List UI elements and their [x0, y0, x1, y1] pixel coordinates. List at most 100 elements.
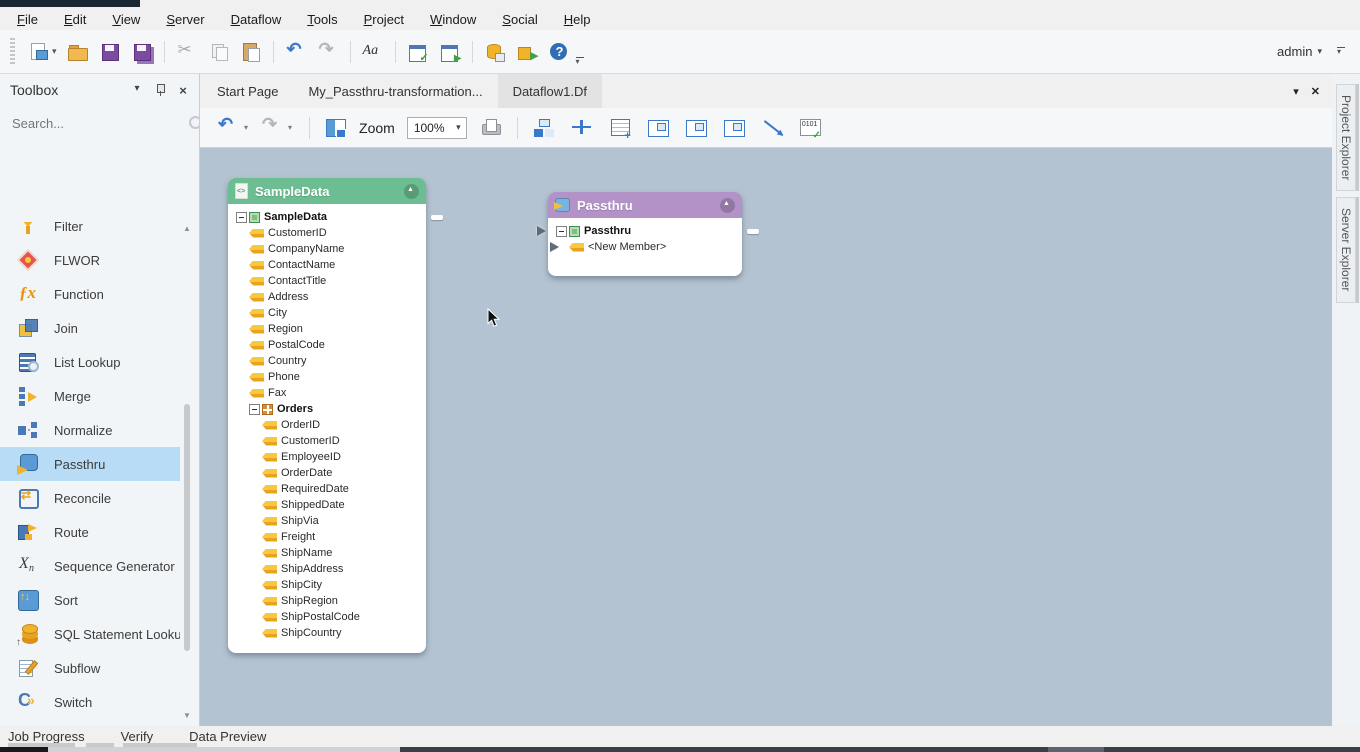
node-passthru-header[interactable]: Passthru: [548, 192, 742, 218]
tree-row[interactable]: ShipName: [234, 545, 420, 561]
document-tab[interactable]: Dataflow1.Df: [498, 74, 602, 108]
menu-item[interactable]: Dataflow: [218, 10, 295, 29]
tree-row[interactable]: SampleData: [234, 209, 420, 225]
menu-item[interactable]: Help: [551, 10, 604, 29]
toolbox-item[interactable]: List Lookup: [0, 345, 180, 379]
tree-row[interactable]: RequiredDate: [234, 481, 420, 497]
zoom-select[interactable]: 100% ▾: [407, 117, 467, 139]
tree-expander[interactable]: [249, 404, 260, 415]
tree-row[interactable]: OrderDate: [234, 465, 420, 481]
input-port[interactable]: [537, 226, 546, 236]
toolbox-item[interactable]: Normalize: [0, 413, 180, 447]
status-bar-tab[interactable]: Job Progress: [8, 729, 97, 744]
pin-icon[interactable]: [152, 83, 168, 97]
layout-preview-icon[interactable]: [324, 117, 348, 139]
side-panel-tab[interactable]: Server Explorer: [1336, 197, 1356, 302]
tree-row[interactable]: ContactName: [234, 257, 420, 273]
tree-expander[interactable]: [236, 212, 247, 223]
redo-button[interactable]: ▾: [254, 115, 298, 141]
tree-row[interactable]: Passthru: [554, 223, 736, 239]
toolbar-button[interactable]: [24, 38, 61, 66]
collapse-button[interactable]: [720, 198, 735, 213]
toolbar-button[interactable]: [63, 38, 93, 66]
collapse-button[interactable]: [404, 184, 419, 199]
menu-item[interactable]: Tools: [294, 10, 350, 29]
tree-row[interactable]: ShipAddress: [234, 561, 420, 577]
menu-item[interactable]: Window: [417, 10, 489, 29]
tree-row[interactable]: Address: [234, 289, 420, 305]
print-icon[interactable]: [479, 117, 503, 139]
menu-item[interactable]: View: [99, 10, 153, 29]
output-port[interactable]: [431, 215, 443, 220]
toolbox-item[interactable]: Sequence Generator: [0, 549, 180, 583]
redo-dropdown-arrow[interactable]: ▾: [288, 123, 292, 132]
node-sampledata-header[interactable]: SampleData: [228, 178, 426, 204]
document-tab[interactable]: My_Passthru-transformation...: [293, 74, 497, 108]
menu-item[interactable]: Server: [153, 10, 217, 29]
tree-row[interactable]: Freight: [234, 529, 420, 545]
toolbar-button[interactable]: [281, 38, 311, 66]
toolbox-item[interactable]: Function: [0, 277, 180, 311]
scroll-down-arrow[interactable]: ▼: [182, 711, 192, 720]
toolbar-button[interactable]: [480, 38, 510, 66]
undo-dropdown-arrow[interactable]: ▾: [244, 123, 248, 132]
toolbar-button[interactable]: [236, 38, 266, 66]
side-panel-tab[interactable]: Project Explorer: [1336, 84, 1356, 191]
tree-row[interactable]: Country: [234, 353, 420, 369]
toolbox-item[interactable]: Merge: [0, 379, 180, 413]
tree-row[interactable]: Phone: [234, 369, 420, 385]
toolbox-item[interactable]: Subflow: [0, 651, 180, 685]
toolbar-button[interactable]: [127, 38, 157, 66]
tree-row[interactable]: CustomerID: [234, 433, 420, 449]
document-tab[interactable]: Start Page: [202, 74, 293, 108]
status-bar-tab[interactable]: Verify: [115, 729, 166, 744]
toolbar-button[interactable]: [204, 38, 234, 66]
toolbox-scrollbar[interactable]: ▲ ▼: [182, 224, 192, 720]
tree-row[interactable]: City: [234, 305, 420, 321]
status-bar-tab[interactable]: Data Preview: [183, 729, 278, 744]
toolbar-button[interactable]: [358, 38, 388, 66]
toolbox-item[interactable]: Filter: [0, 222, 180, 243]
toolbox-item[interactable]: Sort: [0, 583, 180, 617]
toolbar-overflow-button[interactable]: [575, 55, 587, 69]
toolbar-button[interactable]: [313, 38, 343, 66]
dataflow-toolbar-icon[interactable]: [722, 117, 746, 139]
tree-row[interactable]: ShipCountry: [234, 625, 420, 641]
toolbox-item[interactable]: Tree Join: [0, 719, 180, 722]
tree-row[interactable]: ShipRegion: [234, 593, 420, 609]
dataflow-toolbar-icon[interactable]: [798, 117, 822, 139]
dataflow-toolbar-icon[interactable]: [684, 117, 708, 139]
dataflow-toolbar-icon[interactable]: [532, 117, 556, 139]
chevron-down-icon[interactable]: ▾: [129, 83, 145, 97]
output-port[interactable]: [747, 229, 759, 234]
tree-row[interactable]: ContactTitle: [234, 273, 420, 289]
dataflow-toolbar-icon[interactable]: [760, 117, 784, 139]
toolbox-item[interactable]: Join: [0, 311, 180, 345]
menu-item[interactable]: Social: [489, 10, 550, 29]
toolbar-button[interactable]: [544, 38, 574, 66]
tree-row[interactable]: CustomerID: [234, 225, 420, 241]
toolbar-button[interactable]: [95, 38, 125, 66]
toolbox-item[interactable]: Passthru: [0, 447, 180, 481]
tree-row[interactable]: ShippedDate: [234, 497, 420, 513]
tree-row[interactable]: Fax: [234, 385, 420, 401]
tab-list-chevron-icon[interactable]: ▾: [1293, 85, 1299, 98]
dataflow-toolbar-icon[interactable]: [608, 117, 632, 139]
node-passthru[interactable]: Passthru Passthru: [548, 192, 742, 276]
tree-row[interactable]: ShipCity: [234, 577, 420, 593]
node-sampledata[interactable]: SampleData SampleData: [228, 178, 426, 653]
undo-button[interactable]: ▾: [210, 115, 254, 141]
tab-close-icon[interactable]: ✕: [1311, 85, 1320, 98]
input-port[interactable]: [550, 242, 559, 252]
close-icon[interactable]: ×: [175, 83, 191, 97]
toolbar-overflow-button-right[interactable]: [1336, 45, 1348, 59]
tree-row[interactable]: PostalCode: [234, 337, 420, 353]
toolbar-button[interactable]: [435, 38, 465, 66]
tree-row[interactable]: <New Member>: [554, 239, 736, 255]
menu-item[interactable]: Project: [351, 10, 417, 29]
tree-row[interactable]: ShipPostalCode: [234, 609, 420, 625]
tree-row[interactable]: Region: [234, 321, 420, 337]
scrollbar-thumb[interactable]: [184, 404, 190, 651]
tree-row[interactable]: CompanyName: [234, 241, 420, 257]
tree-row[interactable]: Orders: [234, 401, 420, 417]
